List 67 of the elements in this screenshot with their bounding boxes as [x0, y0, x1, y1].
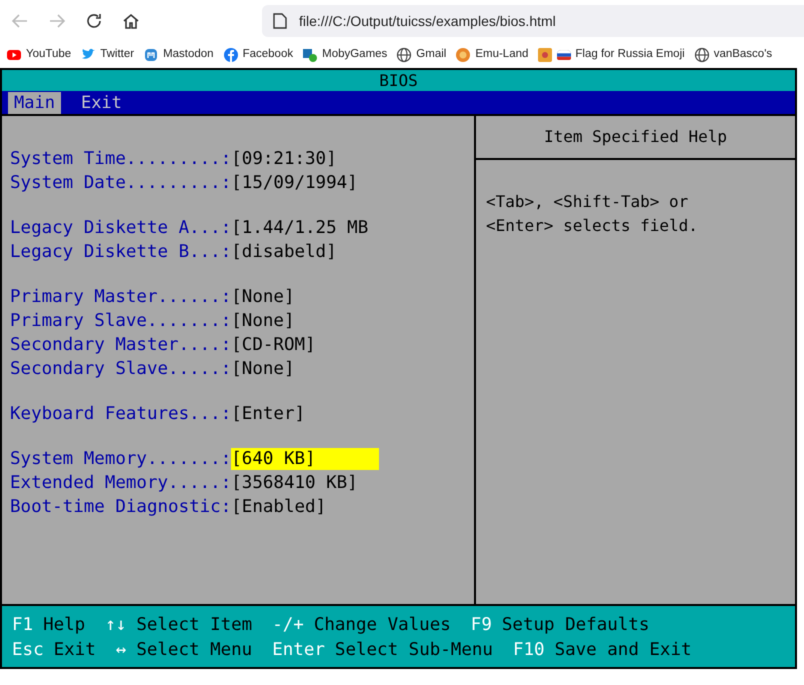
setting-label: Legacy Diskette B...: — [10, 240, 232, 264]
russian-flag-icon — [557, 50, 572, 60]
setting-label: Extended Memory.....: — [10, 472, 232, 495]
shortcut-key: ↑↓ — [105, 613, 126, 638]
setting-label: Keyboard Features...: — [10, 402, 232, 426]
shortcut-key: Enter — [272, 638, 325, 663]
setting-value[interactable]: [None] — [231, 286, 294, 308]
setting-label: Primary Master......: — [10, 286, 232, 309]
home-icon[interactable] — [122, 12, 140, 30]
shortcut-label: Select Sub-Menu — [334, 639, 493, 662]
bookmark[interactable]: Emu-Land — [455, 46, 528, 64]
shortcut-key: -/+ — [272, 613, 304, 638]
book-icon — [537, 47, 554, 63]
setting-label: Secondary Master....: — [10, 334, 232, 357]
setting-value[interactable]: [09:21:30] — [231, 148, 337, 170]
shortcut-label: Setup Defaults — [502, 614, 650, 637]
setting-value[interactable]: [CD-ROM] — [231, 334, 316, 356]
help-text: <Tab>, <Shift-Tab> or <Enter> selects field. — [485, 191, 699, 237]
shortcut-key: Esc — [12, 638, 44, 663]
setting-value[interactable]: [Enter] — [231, 403, 306, 425]
setting-label: System Date.........: — [10, 172, 232, 195]
bookmark[interactable]: Mastodon — [143, 46, 214, 64]
mastodon-icon — [143, 47, 160, 63]
setting-value[interactable]: [disabeld] — [231, 241, 337, 263]
f-logo-icon — [222, 47, 239, 63]
setting-value[interactable]: [640 KB] — [231, 448, 380, 470]
bookmark[interactable]: Twitter — [80, 46, 134, 64]
shortcut-key: F9 — [470, 613, 492, 638]
bookmark[interactable]: vanBasco's — [694, 46, 772, 64]
shortcut-label: Help — [43, 614, 86, 637]
bookmark[interactable]: Gmail — [396, 46, 446, 64]
address-bar[interactable]: file:///C:/Output/tuicss/examples/bios.html — [262, 5, 804, 37]
shortcut-label: Exit — [54, 639, 96, 662]
setting-label: System Time.........: — [10, 148, 232, 171]
bookmark[interactable]: Facebook — [222, 46, 294, 64]
setting-value[interactable]: [Enabled] — [231, 496, 326, 518]
globe-icon — [694, 47, 710, 63]
shortcut-key: F1 — [12, 613, 34, 638]
shortcut-label: Select Menu — [136, 639, 252, 662]
menu-tab[interactable]: Exit — [66, 92, 136, 114]
menu-tab[interactable]: Main — [8, 92, 61, 114]
shortcut-key: F10 — [512, 638, 545, 663]
setting-value[interactable]: [3568410 KB] — [231, 472, 358, 494]
bookmark[interactable]: MobyGames — [302, 46, 388, 64]
help-title: Item Specified Help — [476, 116, 795, 160]
setting-value[interactable]: [None] — [231, 310, 294, 332]
bookmark[interactable]: Flag for Russia Emoji — [537, 46, 685, 64]
shortcut-label: Save and Exit — [554, 639, 692, 662]
shortcut-key: ↔ — [116, 638, 126, 663]
video-logo-icon — [6, 47, 22, 63]
setting-label: System Memory.......: — [10, 448, 232, 471]
globe-icon — [396, 47, 412, 63]
setting-label: Boot-time Diagnostic: — [10, 496, 232, 519]
setting-label: Primary Slave.......: — [10, 310, 232, 333]
setting-label: Legacy Diskette A...: — [10, 216, 232, 240]
setting-value[interactable]: [15/09/1994] — [231, 172, 358, 194]
round-logo-icon — [455, 47, 472, 63]
shortcut-label: Select Item — [136, 614, 252, 637]
page-icon — [273, 13, 287, 29]
reload-icon[interactable] — [85, 12, 103, 30]
bookmark[interactable]: YouTube — [6, 46, 72, 64]
setting-value[interactable]: [None] — [231, 358, 294, 380]
setting-label: Secondary Slave.....: — [10, 358, 232, 381]
bios-title-bar: BIOS — [2, 70, 795, 91]
moby-logo-icon — [302, 47, 318, 63]
setting-value[interactable]: [1.44/1.25 MB — [231, 217, 368, 239]
shortcut-label: Change Values — [314, 614, 451, 637]
